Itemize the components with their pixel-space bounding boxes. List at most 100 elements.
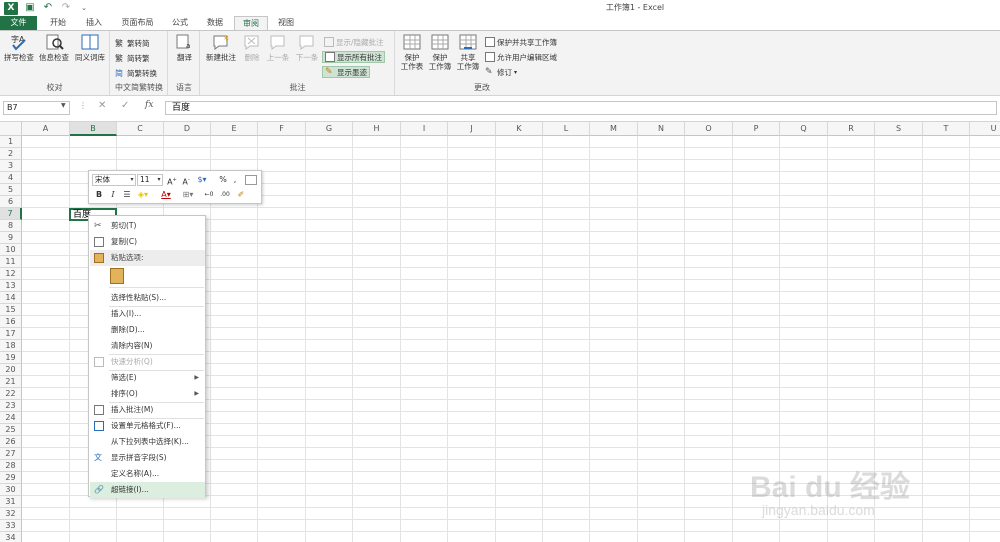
menu-item-sort[interactable]: 排序(O) ▶: [90, 386, 205, 402]
column-header[interactable]: J: [448, 122, 496, 136]
column-header[interactable]: A: [22, 122, 70, 136]
menu-item-copy[interactable]: 复制(C): [90, 234, 205, 250]
row-header[interactable]: 15: [0, 304, 22, 316]
row-header[interactable]: 8: [0, 220, 22, 232]
format-painter-icon[interactable]: ✐: [235, 189, 247, 201]
to-traditional-button[interactable]: 繁 繁转简: [113, 37, 152, 49]
delete-comment-button[interactable]: 删除: [240, 33, 264, 62]
menu-item-clear-contents[interactable]: 清除内容(N): [90, 338, 205, 354]
protect-share-button[interactable]: 保护并共享工作簿: [483, 36, 559, 48]
track-changes-button[interactable]: ✎ 修订 ▾: [483, 66, 519, 78]
cancel-icon[interactable]: ✕: [98, 100, 106, 111]
row-header[interactable]: 12: [0, 268, 22, 280]
row-header[interactable]: 4: [0, 172, 22, 184]
tab-home[interactable]: 开始: [42, 16, 74, 30]
align-center-icon[interactable]: ☰: [122, 189, 132, 201]
show-ink-button[interactable]: ✎ 显示墨迹: [322, 66, 370, 78]
menu-item-pick-from-list[interactable]: 从下拉列表中选择(K)...: [90, 434, 205, 450]
column-header[interactable]: B: [70, 122, 117, 136]
tab-data[interactable]: 数据: [199, 16, 231, 30]
chevron-down-icon[interactable]: ▼: [61, 102, 66, 109]
column-header[interactable]: F: [258, 122, 306, 136]
row-header[interactable]: 33: [0, 520, 22, 532]
row-header[interactable]: 24: [0, 412, 22, 424]
row-header[interactable]: 17: [0, 328, 22, 340]
row-header[interactable]: 21: [0, 376, 22, 388]
row-header[interactable]: 11: [0, 256, 22, 268]
fill-color-icon[interactable]: ◈▾: [136, 189, 150, 201]
increase-decimal-icon[interactable]: ←0: [202, 189, 216, 201]
column-header[interactable]: N: [638, 122, 685, 136]
menu-item-cut[interactable]: ✂ 剪切(T): [90, 218, 205, 234]
row-header[interactable]: 30: [0, 484, 22, 496]
tab-formulas[interactable]: 公式: [164, 16, 196, 30]
name-box[interactable]: B7: [3, 101, 70, 115]
row-header[interactable]: 20: [0, 364, 22, 376]
row-header[interactable]: 25: [0, 424, 22, 436]
column-header[interactable]: I: [401, 122, 448, 136]
comma-style-icon[interactable]: ,: [231, 174, 239, 186]
row-header[interactable]: 9: [0, 232, 22, 244]
column-header[interactable]: M: [590, 122, 638, 136]
row-header[interactable]: 13: [0, 280, 22, 292]
column-header[interactable]: H: [353, 122, 401, 136]
protect-sheet-button[interactable]: 保护 工作表: [398, 33, 426, 71]
tab-page-layout[interactable]: 页面布局: [115, 16, 160, 30]
menu-item-phonetic[interactable]: 文 显示拼音字段(S): [90, 450, 205, 466]
column-header[interactable]: O: [685, 122, 733, 136]
next-comment-button[interactable]: 下一条: [293, 33, 321, 62]
column-header[interactable]: C: [117, 122, 164, 136]
decrease-decimal-icon[interactable]: .00: [218, 189, 232, 201]
row-header[interactable]: 5: [0, 184, 22, 196]
column-header[interactable]: Q: [780, 122, 828, 136]
enter-icon[interactable]: ✓: [121, 100, 129, 111]
menu-item-quick-analysis[interactable]: 快速分析(Q): [90, 354, 205, 370]
spelling-button[interactable]: 字A 拼写检查: [2, 33, 36, 62]
show-all-comments-button[interactable]: 显示所有批注: [322, 51, 385, 63]
column-header[interactable]: G: [306, 122, 353, 136]
menu-item-insert-comment[interactable]: 插入批注(M): [90, 402, 205, 418]
grow-font-icon[interactable]: A+: [167, 174, 177, 189]
tab-view[interactable]: 视图: [270, 16, 302, 30]
row-header[interactable]: 28: [0, 460, 22, 472]
protect-workbook-button[interactable]: 保护 工作簿: [426, 33, 454, 71]
menu-item-hyperlink[interactable]: 🔗 超链接(I)...: [90, 482, 205, 498]
convert-button[interactable]: 简 简繁转换: [113, 67, 159, 79]
row-header[interactable]: 18: [0, 340, 22, 352]
menu-item-define-name[interactable]: 定义名称(A)...: [90, 466, 205, 482]
row-header[interactable]: 19: [0, 352, 22, 364]
column-header[interactable]: E: [211, 122, 258, 136]
menu-item-insert[interactable]: 插入(I)...: [90, 306, 205, 322]
row-header[interactable]: 27: [0, 448, 22, 460]
to-simplified-button[interactable]: 繁 简转繁: [113, 52, 152, 64]
menu-item-delete[interactable]: 删除(D)...: [90, 322, 205, 338]
column-header[interactable]: U: [970, 122, 1000, 136]
prev-comment-button[interactable]: 上一条: [264, 33, 292, 62]
column-header[interactable]: K: [496, 122, 543, 136]
allow-edit-ranges-button[interactable]: 允许用户编辑区域: [483, 51, 559, 63]
row-header[interactable]: 29: [0, 472, 22, 484]
share-workbook-button[interactable]: 共享 工作簿: [454, 33, 482, 71]
show-hide-comment-button[interactable]: 显示/隐藏批注: [322, 36, 386, 48]
row-header[interactable]: 7: [0, 208, 22, 220]
menu-item-filter[interactable]: 筛选(E) ▶: [90, 370, 205, 386]
row-header[interactable]: 3: [0, 160, 22, 172]
shrink-font-icon[interactable]: A-: [181, 174, 191, 189]
chevron-down-icon[interactable]: ▾: [155, 174, 163, 186]
column-header[interactable]: R: [828, 122, 875, 136]
translate-button[interactable]: a 翻译: [171, 33, 198, 62]
row-header[interactable]: 6: [0, 196, 22, 208]
percent-icon[interactable]: %: [218, 174, 228, 186]
tab-review[interactable]: 审阅: [234, 16, 268, 31]
new-comment-button[interactable]: ✶ 新建批注: [203, 33, 239, 62]
insert-function-icon[interactable]: fx: [145, 100, 153, 110]
row-header[interactable]: 14: [0, 292, 22, 304]
bold-icon[interactable]: B: [94, 189, 104, 201]
column-header[interactable]: S: [875, 122, 923, 136]
row-header[interactable]: 10: [0, 244, 22, 256]
row-header[interactable]: 22: [0, 388, 22, 400]
tab-file[interactable]: 文件: [0, 16, 37, 30]
thesaurus-button[interactable]: 同义词库: [72, 33, 108, 62]
chevron-down-icon[interactable]: ▾: [128, 174, 136, 186]
menu-item-format-cells[interactable]: 设置单元格格式(F)...: [90, 418, 205, 434]
